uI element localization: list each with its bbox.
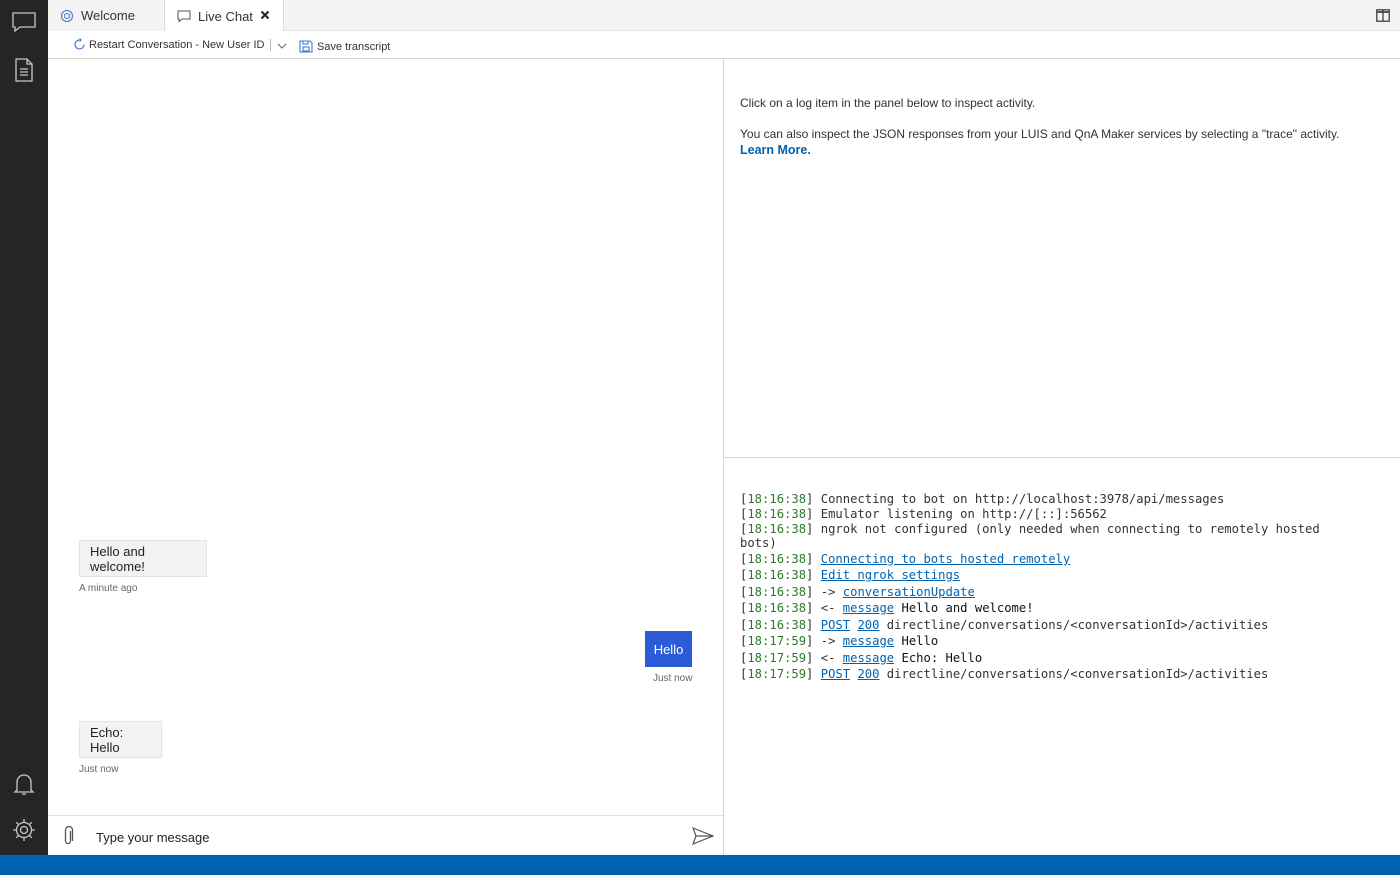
log-time: 18:17:59 [747, 667, 807, 681]
log-link[interactable]: POST [821, 618, 850, 632]
log-arrow: <- [820, 651, 836, 665]
bot-emulator-window: Welcome Live Chat Restart Conversation -… [0, 0, 1400, 875]
user-message-bubble: Hello [645, 631, 692, 667]
log-row[interactable]: [18:17:59] POST 200 directline/conversat… [740, 667, 1268, 681]
log-row[interactable]: [18:16:38] -> conversationUpdate [740, 585, 975, 599]
log-time: 18:16:38 [747, 552, 807, 566]
message-text: Echo: Hello [90, 724, 124, 755]
toolbar: Restart Conversation - New User ID Save … [48, 31, 1400, 59]
log-text: Connecting to bot on http://localhost:39… [820, 492, 1225, 506]
log-link[interactable]: message [843, 601, 894, 615]
log-link[interactable]: message [843, 651, 894, 665]
log-text: Emulator listening on http://[::]:56562 [820, 507, 1107, 521]
send-icon[interactable] [691, 826, 715, 846]
log-time: 18:16:38 [747, 618, 807, 632]
log-time: 18:17:59 [747, 634, 807, 648]
paperclip-icon[interactable] [61, 825, 75, 847]
restart-conversation-label: Restart Conversation - New User ID [89, 38, 265, 51]
message-timestamp: Just now [79, 764, 119, 775]
status-bar [0, 855, 1400, 875]
message-input[interactable] [96, 828, 676, 846]
learn-more-link[interactable]: Learn More. [740, 143, 811, 157]
restart-icon [73, 38, 86, 51]
log-row[interactable]: [18:16:38] Edit ngrok settings [740, 568, 960, 582]
gear-icon[interactable] [0, 810, 48, 850]
tab-strip: Welcome Live Chat [48, 0, 1400, 32]
bot-icon [60, 9, 74, 23]
message-text: Hello [653, 641, 684, 657]
message-timestamp: A minute ago [79, 583, 138, 594]
tab-live-chat[interactable]: Live Chat [165, 0, 284, 32]
log-time: 18:17:59 [747, 651, 807, 665]
log-row[interactable]: [18:16:38] POST 200 directline/conversat… [740, 618, 1268, 632]
log-row[interactable]: [18:16:38] Connecting to bot on http://l… [740, 492, 1224, 506]
tab-live-chat-label: Live Chat [198, 8, 253, 24]
save-icon [299, 40, 313, 53]
send-box [48, 815, 723, 855]
message-text: Hello and welcome! [90, 543, 145, 574]
save-transcript-button[interactable]: Save transcript [299, 40, 390, 53]
log-link[interactable]: message [843, 634, 894, 648]
log-time: 18:16:38 [747, 522, 807, 536]
log-status-link[interactable]: 200 [857, 667, 879, 681]
log-time: 18:16:38 [747, 585, 807, 599]
log-text: Echo: Hello [901, 651, 983, 665]
log-time: 18:16:38 [747, 507, 807, 521]
log-link[interactable]: POST [821, 667, 850, 681]
log-status-link[interactable]: 200 [857, 618, 879, 632]
log-text: ngrok not configured (only needed when c… [820, 522, 1320, 536]
log-time: 18:16:38 [747, 601, 807, 615]
log-row[interactable]: [18:17:59] -> message Hello [740, 634, 938, 648]
log-arrow: -> [820, 634, 836, 648]
log-link[interactable]: Edit ngrok settings [821, 568, 960, 582]
log-arrow: -> [820, 585, 836, 599]
log-divider[interactable] [724, 457, 1400, 458]
log-row[interactable]: [18:16:38] Connecting to bots hosted rem… [740, 552, 1070, 566]
log-text: directline/conversations/<conversationId… [886, 667, 1269, 681]
chat-icon [177, 9, 191, 23]
restart-conversation-button[interactable]: Restart Conversation - New User ID [73, 38, 287, 51]
activity-bar [0, 0, 48, 855]
chat-panel: Hello and welcome! A minute ago Hello Ju… [48, 59, 723, 855]
inspector-hint: Click on a log item in the panel below t… [740, 96, 1036, 110]
split-view-icon[interactable] [1376, 9, 1390, 22]
inspector-panel: Click on a log item in the panel below t… [724, 59, 1400, 457]
log-time: 18:16:38 [747, 492, 807, 506]
log-text: directline/conversations/<conversationId… [886, 618, 1269, 632]
log-row[interactable]: [18:16:38] ngrok not configured (only ne… [740, 522, 1320, 536]
log-row[interactable]: [18:17:59] <- message Echo: Hello [740, 651, 982, 665]
log-text: Hello [901, 634, 939, 648]
log-row-continuation: bots) [740, 536, 777, 550]
log-arrow: <- [820, 601, 836, 615]
bell-icon[interactable] [0, 764, 48, 804]
save-transcript-label: Save transcript [317, 40, 391, 53]
document-icon[interactable] [0, 50, 48, 90]
bot-message-bubble: Hello and welcome! [79, 540, 207, 577]
log-time: 18:16:38 [747, 568, 807, 582]
close-icon[interactable] [259, 9, 271, 21]
chat-icon[interactable] [0, 2, 48, 42]
toolbar-separator [270, 38, 272, 51]
log-row[interactable]: [18:16:38] Emulator listening on http://… [740, 507, 1107, 521]
log-link[interactable]: conversationUpdate [843, 585, 975, 599]
bot-message-bubble: Echo: Hello [79, 721, 162, 758]
log-row[interactable]: [18:16:38] <- message Hello and welcome! [740, 601, 1034, 615]
log-link[interactable]: Connecting to bots hosted remotely [821, 552, 1070, 566]
tab-welcome[interactable]: Welcome [48, 0, 165, 31]
tab-welcome-label: Welcome [81, 8, 135, 23]
message-timestamp: Just now [653, 673, 693, 684]
chevron-down-icon[interactable] [277, 41, 287, 49]
log-text: Hello and welcome! [901, 601, 1034, 615]
inspector-trace-hint: You can also inspect the JSON responses … [740, 127, 1340, 141]
